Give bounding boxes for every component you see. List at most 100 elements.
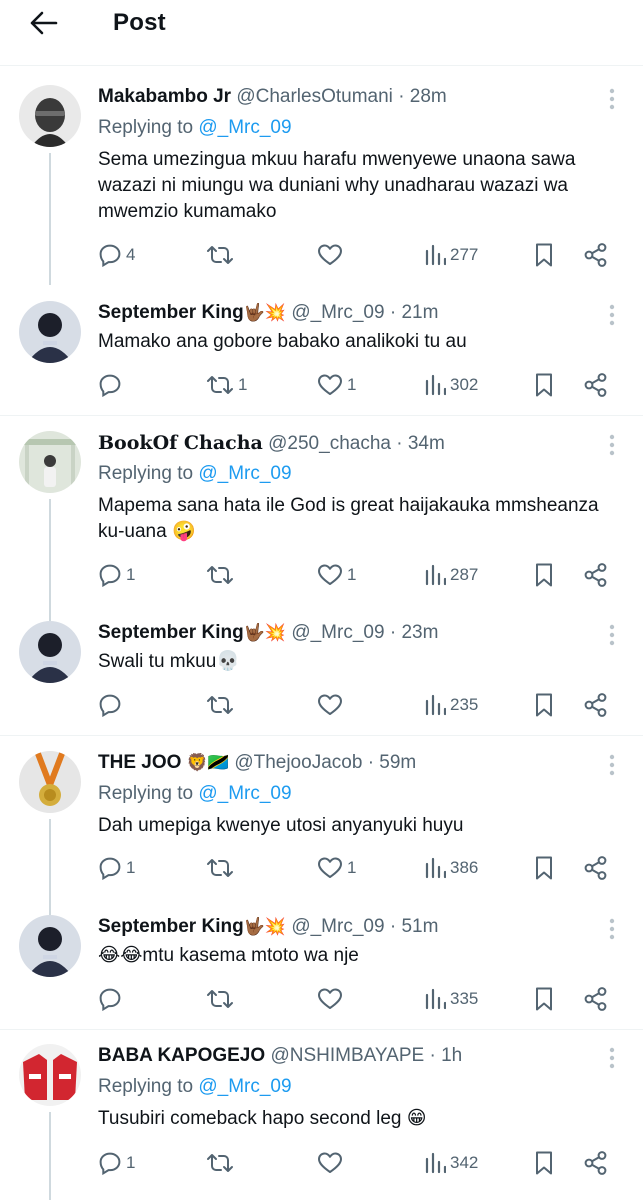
share-button[interactable] <box>583 853 609 883</box>
user-handle[interactable]: @ThejooJacob <box>234 752 362 773</box>
reply-button[interactable]: 4 <box>98 240 135 270</box>
share-button[interactable] <box>583 240 609 270</box>
share-icon <box>583 562 609 588</box>
more-options-icon[interactable] <box>600 433 624 457</box>
share-button[interactable] <box>583 560 609 590</box>
views-button[interactable]: 277 <box>424 240 478 270</box>
retweet-button[interactable] <box>206 690 238 720</box>
mention-link[interactable]: @_Mrc_09 <box>198 463 291 484</box>
retweet-button[interactable] <box>206 240 238 270</box>
views-button[interactable]: 386 <box>424 853 478 883</box>
timestamp[interactable]: 34m <box>408 433 445 454</box>
retweet-button[interactable] <box>206 560 238 590</box>
like-button[interactable]: 1 <box>317 370 356 400</box>
like-button[interactable] <box>317 1148 347 1178</box>
like-button[interactable] <box>317 240 347 270</box>
timestamp[interactable]: 23m <box>401 622 438 643</box>
mention-link[interactable]: @_Mrc_09 <box>198 1076 291 1097</box>
timestamp[interactable]: 21m <box>401 302 438 323</box>
tweet-header: BABA KAPOGEJO @NSHIMBAYAPE · 1h <box>98 1044 462 1068</box>
display-name[interactable]: September King <box>98 916 244 937</box>
bookmark-button[interactable] <box>533 690 555 720</box>
more-options-icon[interactable] <box>600 303 624 327</box>
reply-button[interactable]: 1 <box>98 560 135 590</box>
bookmark-button[interactable] <box>533 1148 555 1178</box>
tweet[interactable]: BABA KAPOGEJO @NSHIMBAYAPE · 1h Replying… <box>0 1044 643 1200</box>
timestamp[interactable]: 28m <box>410 86 447 107</box>
display-name[interactable]: September King <box>98 622 244 643</box>
tweet[interactable]: Makabambo Jr @CharlesOtumani · 28m Reply… <box>0 85 643 285</box>
tweet[interactable]: BookOf Chacha @250_chacha · 34m Replying… <box>0 431 643 621</box>
timestamp[interactable]: 1h <box>441 1045 462 1066</box>
user-handle[interactable]: @_Mrc_09 <box>291 916 384 937</box>
share-button[interactable] <box>583 690 609 720</box>
view-count: 235 <box>450 695 479 714</box>
like-button[interactable]: 1 <box>317 560 356 590</box>
reply-button[interactable] <box>98 370 126 400</box>
reply-button[interactable] <box>98 690 126 720</box>
display-name[interactable]: BookOf Chacha <box>98 432 263 454</box>
reply-button[interactable] <box>98 984 126 1014</box>
more-options-icon[interactable] <box>600 917 624 941</box>
bookmark-button[interactable] <box>533 240 555 270</box>
like-button[interactable]: 1 <box>317 853 356 883</box>
display-name[interactable]: September King <box>98 302 244 323</box>
share-button[interactable] <box>583 1148 609 1178</box>
tweet[interactable]: September King🤟🏾💥 @_Mrc_09 · 23m Swali t… <box>0 621 643 731</box>
name-emoji: 🤟🏾💥 <box>243 917 287 936</box>
bookmark-button[interactable] <box>533 370 555 400</box>
tweet-text: Swali tu mkuu💀 <box>98 651 240 672</box>
like-button[interactable] <box>317 984 347 1014</box>
display-name[interactable]: BABA KAPOGEJO <box>98 1045 265 1066</box>
avatar[interactable] <box>19 751 81 813</box>
replying-to-label: Replying to <box>98 117 194 138</box>
user-handle[interactable]: @NSHIMBAYAPE <box>270 1045 424 1066</box>
tweet[interactable]: September King🤟🏾💥 @_Mrc_09 · 21m Mamako … <box>0 301 643 411</box>
display-name[interactable]: THE JOO <box>98 752 181 773</box>
share-button[interactable] <box>583 370 609 400</box>
views-button[interactable]: 335 <box>424 984 478 1014</box>
more-options-icon[interactable] <box>600 1046 624 1070</box>
reply-button[interactable]: 1 <box>98 1148 135 1178</box>
separator-dot: · <box>398 86 405 107</box>
analytics-icon <box>424 373 446 397</box>
like-button[interactable] <box>317 690 347 720</box>
retweet-button[interactable]: 1 <box>206 370 247 400</box>
reply-count: 1 <box>126 858 136 877</box>
views-button[interactable]: 235 <box>424 690 478 720</box>
retweet-button[interactable] <box>206 853 238 883</box>
more-options-icon[interactable] <box>600 87 624 111</box>
retweet-icon <box>206 1151 234 1175</box>
share-button[interactable] <box>583 984 609 1014</box>
mention-link[interactable]: @_Mrc_09 <box>198 783 291 804</box>
reply-button[interactable]: 1 <box>98 853 135 883</box>
display-name[interactable]: Makabambo Jr <box>98 86 231 107</box>
avatar[interactable] <box>19 1044 81 1106</box>
avatar[interactable] <box>19 301 81 363</box>
views-button[interactable]: 302 <box>424 370 478 400</box>
avatar[interactable] <box>19 621 81 683</box>
separator-dot: · <box>389 302 397 323</box>
bookmark-button[interactable] <box>533 560 555 590</box>
avatar[interactable] <box>19 431 81 493</box>
tweet[interactable]: THE JOO 🦁🇹🇿 @ThejooJacob · 59m Replying … <box>0 751 643 915</box>
user-handle[interactable]: @CharlesOtumani <box>236 86 393 107</box>
view-count: 287 <box>450 565 479 584</box>
user-handle[interactable]: @_Mrc_09 <box>291 302 384 323</box>
user-handle[interactable]: @250_chacha <box>268 433 391 454</box>
avatar[interactable] <box>19 85 81 147</box>
retweet-button[interactable] <box>206 984 238 1014</box>
views-button[interactable]: 342 <box>424 1148 478 1178</box>
more-options-icon[interactable] <box>600 623 624 647</box>
bookmark-button[interactable] <box>533 853 555 883</box>
tweet[interactable]: September King🤟🏾💥 @_Mrc_09 · 51m 😂😂mtu k… <box>0 915 643 1025</box>
mention-link[interactable]: @_Mrc_09 <box>198 117 291 138</box>
more-options-icon[interactable] <box>600 753 624 777</box>
timestamp[interactable]: 51m <box>401 916 438 937</box>
bookmark-button[interactable] <box>533 984 555 1014</box>
user-handle[interactable]: @_Mrc_09 <box>291 622 384 643</box>
avatar[interactable] <box>19 915 81 977</box>
timestamp[interactable]: 59m <box>379 752 416 773</box>
retweet-button[interactable] <box>206 1148 238 1178</box>
views-button[interactable]: 287 <box>424 560 478 590</box>
